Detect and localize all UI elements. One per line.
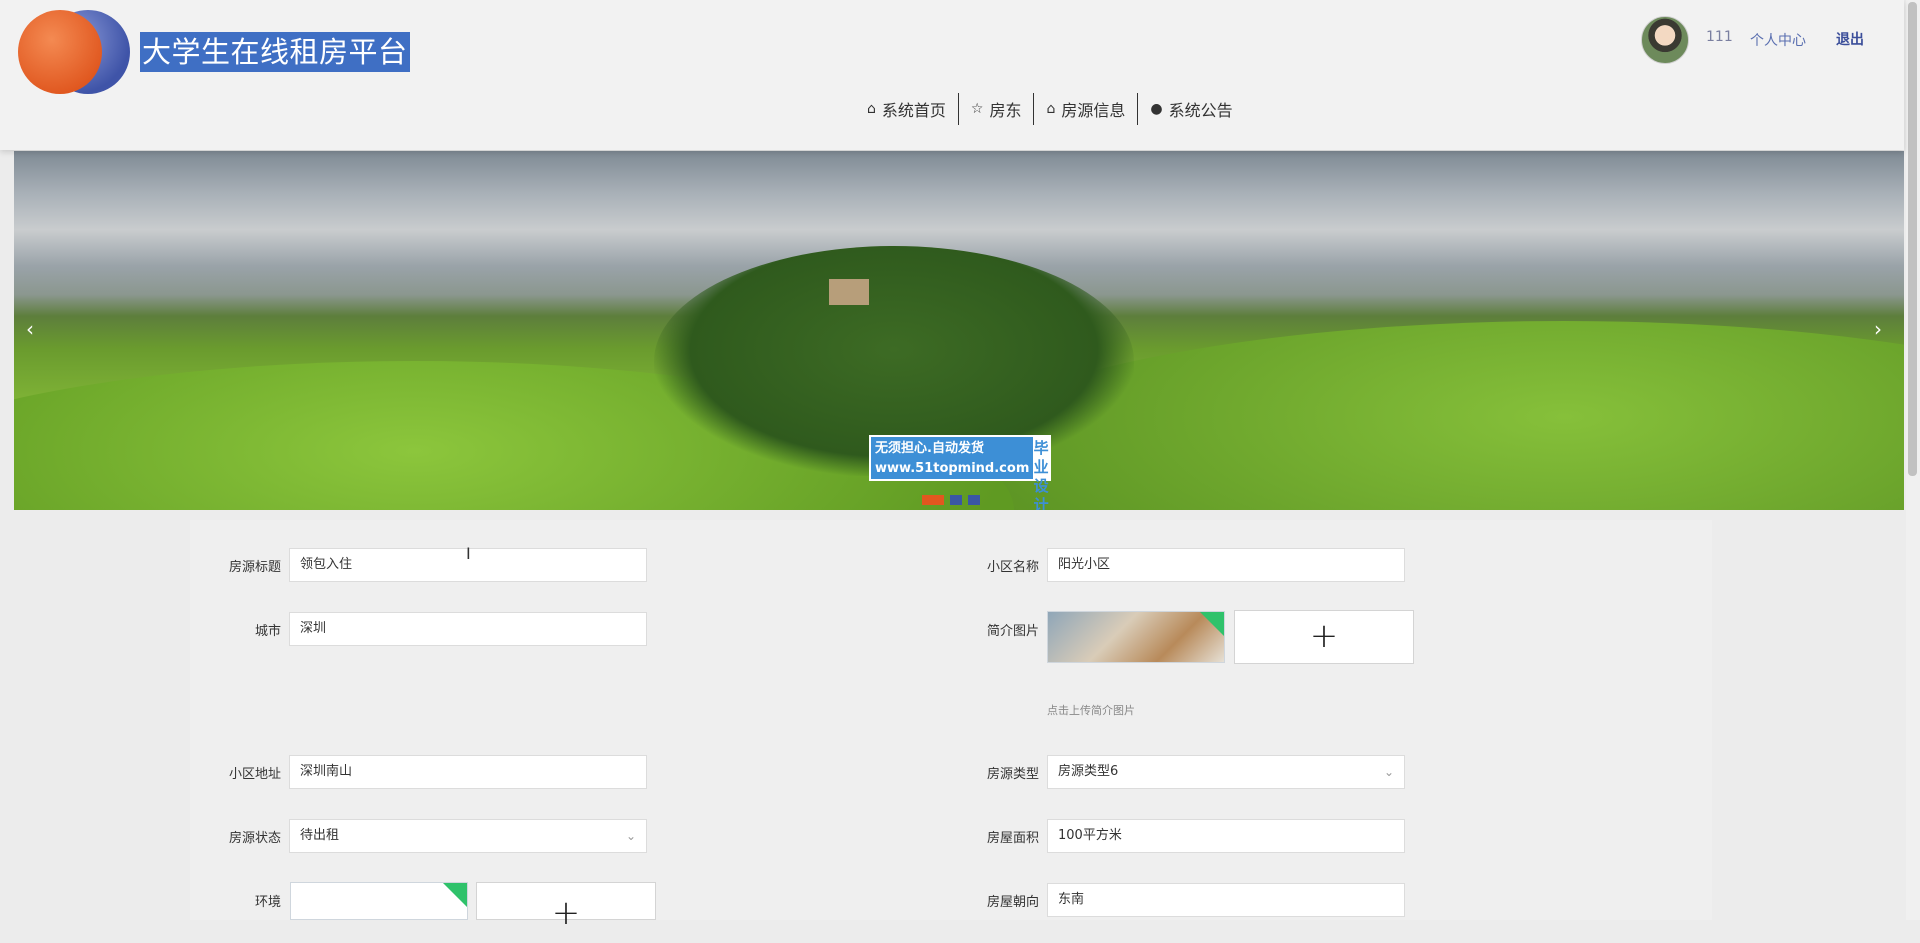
star-icon: ☆ bbox=[970, 101, 984, 117]
type-label: 房源类型 bbox=[986, 767, 1039, 782]
city-input[interactable]: 深圳 bbox=[289, 612, 647, 646]
watermark-line1: 无须担心.自动发货 bbox=[875, 441, 984, 456]
type-select[interactable]: 房源类型6 ⌄ bbox=[1047, 755, 1405, 789]
carousel-dot[interactable] bbox=[950, 495, 962, 505]
environment-label: 环境 bbox=[254, 895, 281, 910]
intro-image-upload-button[interactable]: + bbox=[1234, 610, 1414, 664]
logo-icon-front bbox=[18, 10, 102, 94]
carousel-next-icon[interactable]: › bbox=[1874, 317, 1882, 341]
community-input[interactable]: 阳光小区 bbox=[1047, 548, 1405, 582]
nav-item-landlord[interactable]: ☆ 房东 bbox=[959, 92, 1034, 126]
banner-carousel[interactable]: ‹ › 无须担心.自动发货 www.51topmind.com 毕业设计 bbox=[14, 151, 1904, 510]
status-select[interactable]: 待出租 ⌄ bbox=[289, 819, 647, 853]
carousel-indicators bbox=[922, 495, 980, 505]
address-input[interactable]: 深圳南山 bbox=[289, 755, 647, 789]
orientation-input[interactable]: 东南 bbox=[1047, 883, 1405, 917]
carousel-dot[interactable] bbox=[968, 495, 980, 505]
logout-button[interactable]: 退出 bbox=[1836, 29, 1864, 49]
text-cursor-icon: I bbox=[466, 544, 471, 563]
intro-upload-hint: 点击上传简介图片 bbox=[1047, 704, 1135, 717]
environment-image-upload-button[interactable]: + bbox=[476, 882, 656, 933]
home-icon: ⌂ bbox=[867, 101, 876, 117]
carousel-dot-active[interactable] bbox=[922, 495, 944, 505]
status-corner-icon bbox=[443, 883, 467, 907]
city-label: 城市 bbox=[254, 624, 281, 639]
intro-image-label: 简介图片 bbox=[986, 624, 1039, 639]
watermark-badge: 毕业设计 bbox=[1033, 437, 1049, 510]
site-title: 大学生在线租房平台 bbox=[140, 32, 410, 72]
nav-item-label: 系统首页 bbox=[881, 101, 946, 120]
nav-item-announcements[interactable]: ● 系统公告 bbox=[1138, 92, 1244, 126]
username: 111 bbox=[1706, 29, 1733, 45]
scrollbar-thumb[interactable] bbox=[1908, 2, 1917, 476]
carousel-prev-icon[interactable]: ‹ bbox=[26, 317, 34, 341]
profile-link[interactable]: 个人中心 bbox=[1750, 30, 1806, 50]
nav-item-label: 系统公告 bbox=[1168, 101, 1233, 120]
chevron-down-icon: ⌄ bbox=[1383, 765, 1394, 779]
nav-item-label: 房源信息 bbox=[1061, 101, 1126, 120]
status-select-value: 待出租 bbox=[300, 828, 340, 843]
nav-item-listings[interactable]: ⌂ 房源信息 bbox=[1034, 92, 1137, 126]
site-header: 大学生在线租房平台 111 个人中心 退出 ⌂ 系统首页 ☆ 房东 ⌂ 房源信息… bbox=[0, 0, 1904, 150]
nav-item-label: 房东 bbox=[989, 101, 1022, 120]
address-label: 小区地址 bbox=[228, 767, 281, 782]
nav-item-home[interactable]: ⌂ 系统首页 bbox=[855, 92, 958, 126]
banner-house bbox=[829, 279, 869, 305]
watermark-line2: www.51topmind.com bbox=[875, 461, 1030, 476]
area-label: 房屋面积 bbox=[986, 831, 1039, 846]
area-input[interactable]: 100平方米 bbox=[1047, 819, 1405, 853]
type-select-value: 房源类型6 bbox=[1058, 764, 1119, 779]
watermark-stamp: 无须担心.自动发货 www.51topmind.com 毕业设计 bbox=[869, 435, 1051, 510]
chevron-down-icon: ⌄ bbox=[625, 829, 636, 843]
page-scrollbar[interactable] bbox=[1906, 0, 1920, 920]
avatar[interactable] bbox=[1641, 16, 1689, 64]
status-corner-icon bbox=[1200, 612, 1224, 636]
title-label: 房源标题 bbox=[228, 560, 281, 575]
intro-image-thumbnail[interactable] bbox=[1047, 611, 1225, 663]
status-label: 房源状态 bbox=[228, 831, 281, 846]
main-nav: ⌂ 系统首页 ☆ 房东 ⌂ 房源信息 ● 系统公告 bbox=[855, 92, 1245, 126]
community-label: 小区名称 bbox=[986, 560, 1039, 575]
watermark-text: 无须担心.自动发货 www.51topmind.com bbox=[871, 437, 1033, 479]
orientation-label: 房屋朝向 bbox=[986, 895, 1039, 910]
alert-icon: ● bbox=[1150, 101, 1163, 117]
environment-image-thumbnail[interactable] bbox=[290, 882, 468, 920]
bag-icon: ⌂ bbox=[1046, 101, 1056, 117]
